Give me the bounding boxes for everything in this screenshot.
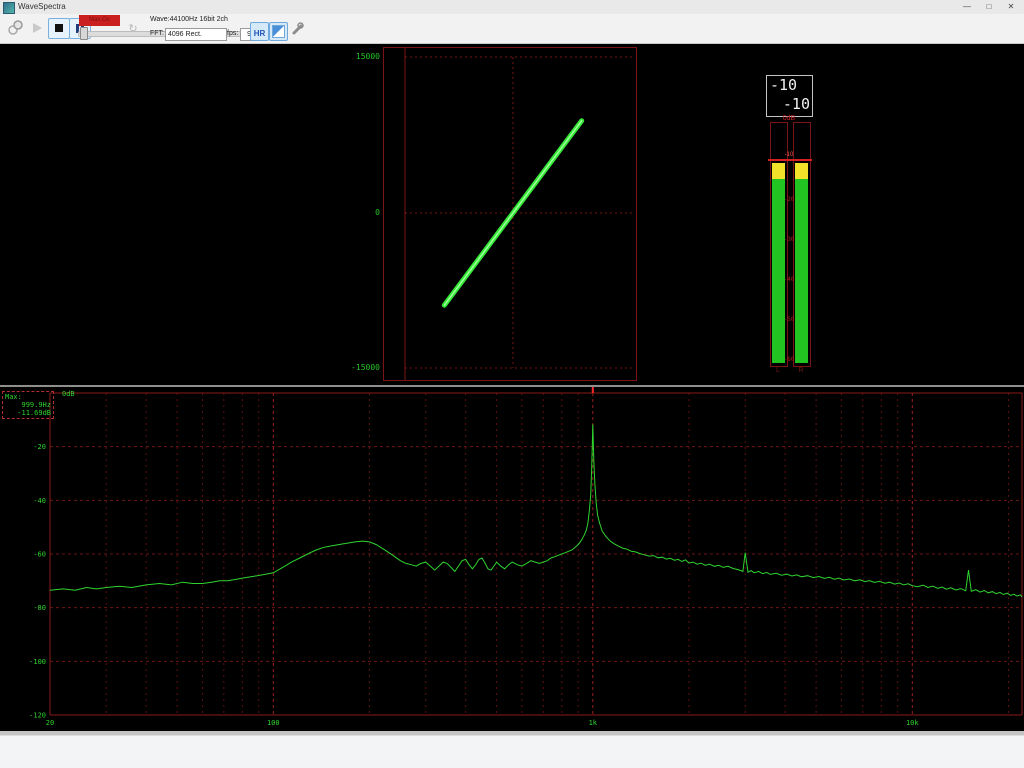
meter-bar-fill	[795, 179, 808, 363]
hires-icon: HR	[254, 29, 266, 38]
spectrum-x-tick-label: 1k	[589, 719, 598, 727]
lissajous-scale-bottom: -15000	[346, 363, 380, 372]
peak-level: -11.69dB	[5, 409, 51, 417]
toolbar: ↻ Max.Ov Wave:44100Hz 16bit 2ch FFT: 409…	[0, 14, 1024, 44]
desktop: WaveSpectra — □ ✕ ↻ Max.Ov Wave:44100Hz …	[0, 0, 1024, 768]
lissajous-scale-zero: 0	[346, 208, 380, 217]
level-readout-right: -10	[783, 95, 810, 113]
window-title: WaveSpectra	[18, 2, 66, 11]
spectrum-y-tick-label: -60	[33, 551, 46, 559]
spectrum-y-tick-label: -40	[33, 497, 46, 505]
spectrum-chart: 0dB -20 -40 -60 -80 -100 -12020 100 1k 10k	[0, 387, 1024, 731]
lissajous-meter-pane: 15000 0 -15000 -10 -10 0dB -10 -20-30-40…	[0, 44, 1024, 385]
meter-scale-0db: 0dB	[766, 115, 812, 122]
spectrum-y-tick-label: -20	[33, 443, 46, 451]
seek-slider-thumb[interactable]	[80, 27, 88, 40]
play-button[interactable]	[26, 18, 48, 39]
spectrum-y-tick-label: 0dB	[62, 390, 75, 398]
spectrum-x-tick-label: 100	[267, 719, 280, 727]
level-readout-left: -10	[770, 76, 797, 94]
level-readout: -10 -10	[766, 75, 813, 117]
wave-info: Wave:44100Hz 16bit 2ch	[150, 16, 228, 23]
titlebar: WaveSpectra — □ ✕	[0, 0, 1024, 15]
spectrum-y-tick-label: -120	[29, 712, 46, 720]
wavespectra-app-icon	[3, 2, 15, 14]
peak-info-box: Max: 999.9Hz -11.69dB	[2, 391, 54, 419]
fft-label: FFT:	[150, 30, 164, 37]
lissajous-scale-top: 15000	[346, 52, 380, 61]
lissajous-scope	[383, 47, 637, 381]
taskbar: 検索 A	[0, 735, 1024, 768]
meter-bar-fill	[772, 163, 785, 179]
peak-info-title: Max:	[5, 393, 51, 401]
maximize-button[interactable]: □	[978, 0, 1000, 14]
spectrum-y-tick-label: -100	[29, 658, 46, 666]
spectrum-y-tick-label: -80	[33, 604, 46, 612]
play-icon	[33, 23, 42, 33]
peak-frequency: 999.9Hz	[5, 401, 51, 409]
fft-setting-field[interactable]: 4096 Rect.	[165, 28, 227, 41]
close-button[interactable]: ✕	[1000, 0, 1022, 14]
over-indicator: Max.Ov	[79, 15, 120, 26]
record-icon	[6, 19, 24, 37]
stop-button[interactable]	[48, 18, 70, 39]
wrench-icon	[290, 22, 304, 36]
record-button[interactable]	[4, 18, 26, 39]
meter-minus10-line	[768, 159, 812, 161]
meter-bar-fill	[795, 163, 808, 179]
meter-minus10-label: -10	[766, 152, 812, 158]
spectrum-x-tick-label: 20	[46, 719, 54, 727]
minimize-button[interactable]: —	[956, 0, 978, 14]
display-mode-toggle-button[interactable]	[269, 22, 288, 41]
meter-channel-right: R	[793, 367, 809, 374]
settings-button[interactable]	[288, 21, 306, 39]
hires-toggle-button[interactable]: HR	[250, 22, 269, 41]
spectrum-trace	[50, 424, 1022, 597]
meter-channel-left: L	[770, 367, 786, 374]
meter-bar-fill	[772, 179, 785, 363]
stop-icon	[55, 24, 63, 32]
fps-label: fps:	[227, 30, 238, 37]
spectrum-x-tick-label: 10k	[906, 719, 919, 727]
split-display-icon	[272, 25, 285, 38]
spectrum-pane: 0dB -20 -40 -60 -80 -100 -12020 100 1k 10k Max: 9…	[0, 387, 1024, 731]
